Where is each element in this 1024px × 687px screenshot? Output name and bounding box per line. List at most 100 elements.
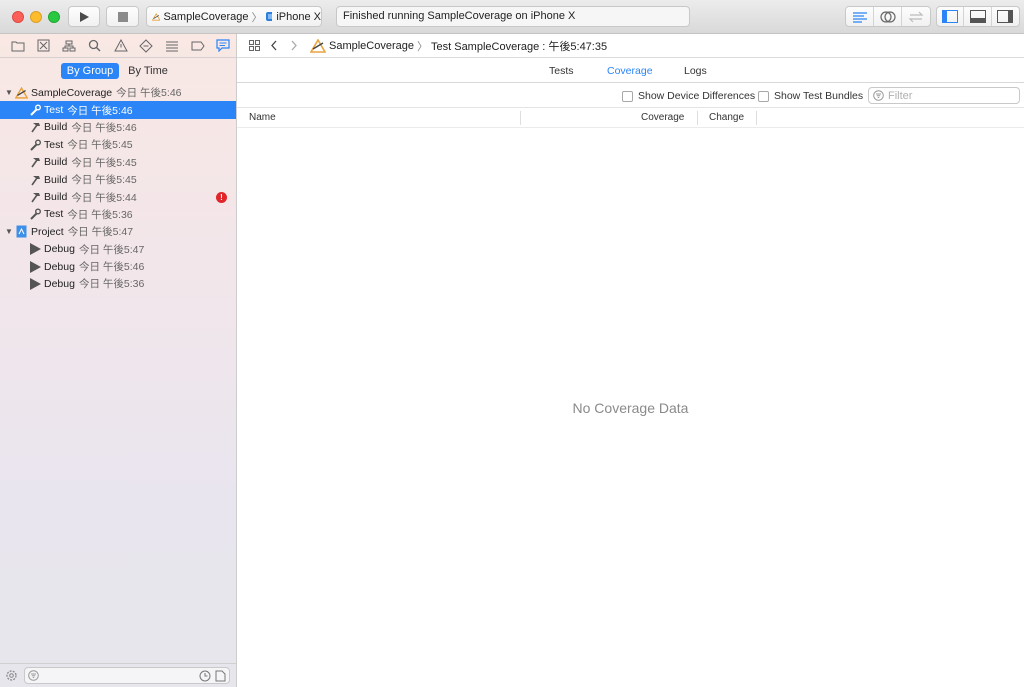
device-name[interactable]: iPhone X [276, 11, 321, 23]
stop-button[interactable] [106, 6, 139, 27]
report-tabs: Tests Coverage Logs [237, 58, 1024, 83]
navigator-filter-field[interactable] [24, 667, 230, 684]
toggle-inspector-button[interactable] [992, 7, 1019, 26]
simulator-device-icon [266, 12, 273, 21]
zoom-window-button[interactable] [48, 11, 60, 23]
tab-tests[interactable]: Tests [549, 65, 574, 77]
find-navigator-button[interactable] [82, 36, 108, 56]
empty-state-message: No Coverage Data [572, 400, 689, 416]
related-items-grid-icon[interactable] [244, 36, 264, 56]
report-row[interactable]: Debug 今日 午後5:36 [0, 275, 236, 292]
report-row[interactable]: Test 今日 午後5:45 [0, 136, 236, 153]
navigator-pane: By Group By Time ▼ SampleCoverage 今日 午後5… [0, 34, 237, 687]
warning-icon [113, 39, 128, 52]
panel-toggle-segment [936, 6, 1020, 27]
back-chevron-icon[interactable] [264, 36, 284, 56]
issue-navigator-button[interactable] [108, 36, 134, 56]
tab-logs[interactable]: Logs [684, 65, 707, 77]
document-icon[interactable] [215, 670, 226, 682]
hammer-icon [28, 173, 41, 186]
search-icon [89, 39, 101, 52]
column-header-coverage[interactable]: Coverage [641, 112, 684, 123]
checkbox-box[interactable] [758, 90, 769, 102]
breadcrumb-project[interactable]: SampleCoverage [329, 40, 414, 52]
by-time-button[interactable]: By Time [119, 63, 177, 79]
standard-editor-button[interactable] [846, 7, 874, 26]
window-toolbar: SampleCoverage 〉 iPhone X Finished runni… [0, 0, 1024, 34]
group-time: 今日 午後5:46 [116, 87, 182, 100]
filter-icon [28, 670, 39, 681]
report-name: Build [44, 191, 68, 204]
breakpoint-navigator-button[interactable] [185, 36, 211, 56]
play-icon [28, 260, 41, 273]
breadcrumb-report[interactable]: Test SampleCoverage : 午後5:47:35 [431, 38, 607, 54]
report-time: 今日 午後5:36 [78, 278, 145, 291]
checkbox-label: Show Test Bundles [774, 90, 864, 102]
coverage-options-bar: Show Device Differences Show Test Bundle… [237, 83, 1024, 108]
column-header-change[interactable]: Change [709, 112, 744, 123]
report-navigator-button[interactable] [210, 36, 236, 56]
by-group-button[interactable]: By Group [61, 63, 119, 79]
symbol-navigator-button[interactable] [56, 36, 82, 56]
disclosure-triangle-icon[interactable]: ▼ [5, 227, 15, 236]
report-row[interactable]: Test 今日 午後5:46 [0, 101, 236, 119]
source-control-navigator-button[interactable] [31, 36, 57, 56]
column-divider[interactable] [756, 111, 757, 125]
project-file-icon [15, 225, 28, 238]
recent-clock-icon[interactable] [199, 670, 211, 682]
debug-navigator-button[interactable] [159, 36, 185, 56]
version-editor-button[interactable] [902, 7, 930, 26]
tab-coverage[interactable]: Coverage [607, 65, 653, 77]
close-window-button[interactable] [12, 11, 24, 23]
wrench-icon [28, 104, 41, 117]
report-row[interactable]: Build 今日 午後5:44 ! [0, 188, 236, 205]
report-row[interactable]: Debug 今日 午後5:47 [0, 241, 236, 258]
forward-chevron-icon[interactable] [284, 36, 304, 56]
debug-gauge-icon [165, 41, 178, 51]
report-row[interactable]: Debug 今日 午後5:46 [0, 258, 236, 275]
show-test-bundles-checkbox[interactable]: Show Test Bundles [758, 90, 863, 102]
group-row-samplecoverage[interactable]: ▼ SampleCoverage 今日 午後5:46 [0, 84, 236, 101]
right-panel-icon [997, 10, 1014, 23]
report-row[interactable]: Build 今日 午後5:46 [0, 119, 236, 136]
assistant-editor-button[interactable] [874, 7, 902, 26]
xcode-app-icon [15, 86, 28, 99]
run-button[interactable] [68, 6, 100, 27]
report-row[interactable]: Build 今日 午後5:45 [0, 154, 236, 171]
report-name: Debug [44, 260, 75, 273]
column-divider[interactable] [697, 111, 698, 125]
show-device-differences-checkbox[interactable]: Show Device Differences [622, 90, 755, 102]
project-navigator-button[interactable] [5, 36, 31, 56]
toggle-debug-area-button[interactable] [964, 7, 992, 26]
xcode-app-icon [310, 38, 326, 53]
report-time: 今日 午後5:45 [67, 139, 133, 152]
report-tree: ▼ SampleCoverage 今日 午後5:46 Test 今日 午後5:4… [0, 84, 236, 293]
report-row[interactable]: Build 今日 午後5:45 [0, 171, 236, 188]
hammer-icon [28, 156, 41, 169]
checkbox-box[interactable] [622, 90, 633, 102]
scheme-name[interactable]: SampleCoverage [163, 11, 248, 23]
report-name: Build [44, 173, 68, 186]
xcode-app-icon [152, 12, 161, 21]
report-row[interactable]: Test 今日 午後5:36 [0, 206, 236, 223]
column-divider[interactable] [520, 111, 521, 125]
coverage-filter-field[interactable]: Filter [868, 87, 1020, 104]
wrench-icon [28, 208, 41, 221]
minimize-window-button[interactable] [30, 11, 42, 23]
column-header-name[interactable]: Name [249, 112, 276, 123]
toggle-navigator-button[interactable] [937, 7, 965, 26]
wrench-icon [28, 138, 41, 151]
scheme-selector[interactable]: SampleCoverage 〉 iPhone X [146, 6, 322, 27]
hammer-icon [28, 191, 41, 204]
source-control-icon [37, 39, 50, 52]
disclosure-triangle-icon[interactable]: ▼ [5, 88, 15, 97]
report-time: 今日 午後5:47 [78, 243, 145, 256]
breadcrumb-chevron-icon: 〉 [417, 40, 428, 53]
gear-icon[interactable] [5, 669, 18, 682]
venn-circles-icon [879, 10, 896, 23]
group-row-project[interactable]: ▼ Project 今日 午後5:47 [0, 223, 236, 240]
test-navigator-button[interactable] [133, 36, 159, 56]
navigator-selector-bar [0, 34, 236, 58]
play-icon [28, 243, 41, 256]
navigator-grouping-segment: By Group By Time [61, 63, 177, 79]
